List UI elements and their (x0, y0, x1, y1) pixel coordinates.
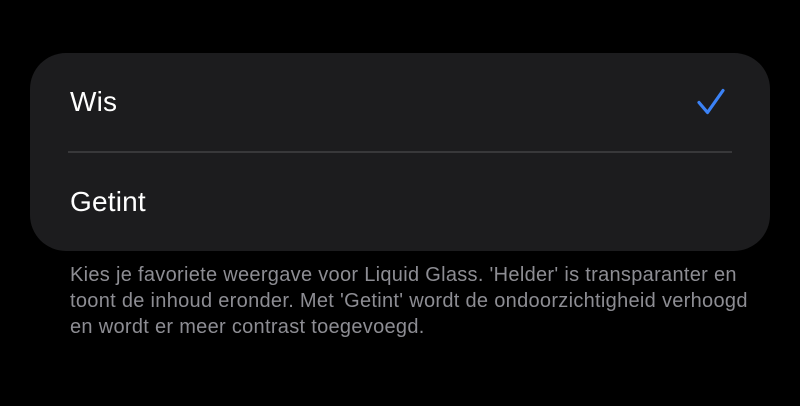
option-wis[interactable]: Wis (30, 53, 770, 151)
appearance-options-group: Wis Getint (30, 53, 770, 251)
option-label-getint: Getint (70, 186, 146, 217)
footer-description: Kies je favoriete weergave voor Liquid G… (70, 264, 748, 338)
settings-screen: Wis Getint Kies je favoriete weergave vo… (0, 0, 800, 406)
option-label-wis: Wis (70, 86, 118, 117)
option-getint[interactable]: Getint (30, 153, 770, 251)
checkmark-icon (696, 87, 726, 117)
